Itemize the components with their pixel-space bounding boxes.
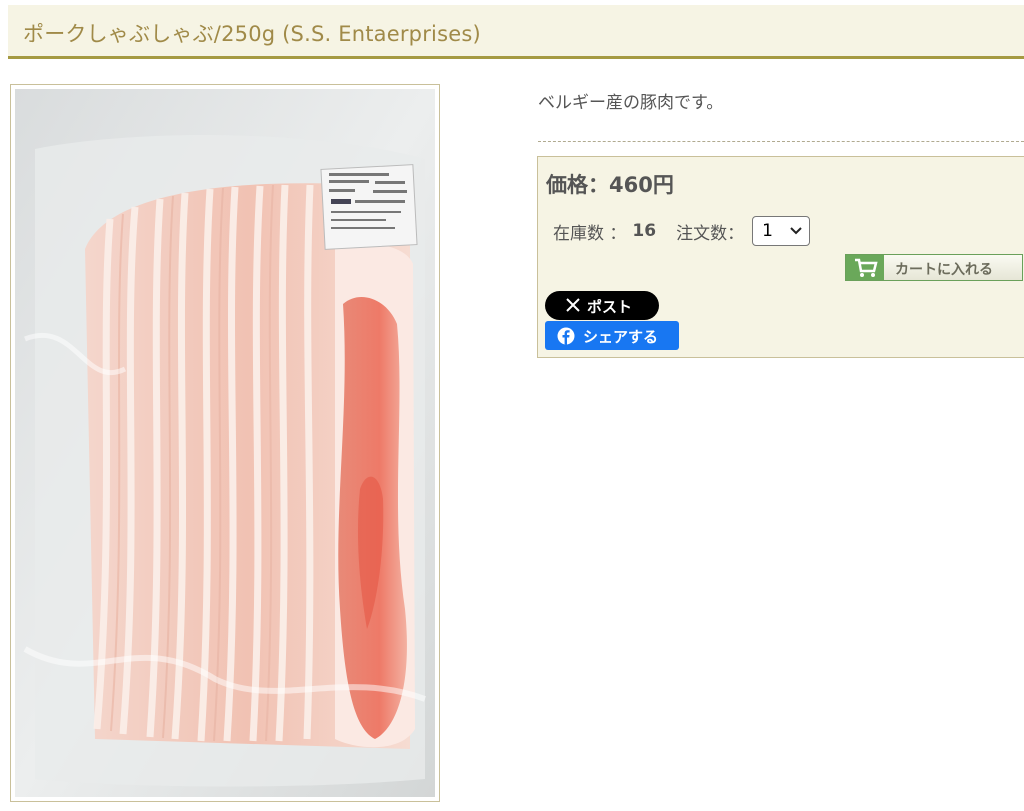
price-label: 価格：460円	[546, 173, 674, 197]
chevron-down-icon	[790, 227, 802, 235]
product-description: ベルギー産の豚肉です。	[538, 93, 724, 113]
divider	[538, 141, 1024, 142]
x-logo-icon	[566, 298, 580, 312]
add-to-cart-button[interactable]: カートに入れる	[845, 254, 1023, 281]
quantity-select[interactable]: 1	[752, 216, 811, 246]
cart-icon-box	[846, 255, 884, 280]
order-quantity-label: 注文数：	[676, 223, 745, 244]
facebook-share-button[interactable]: シェアする	[545, 321, 679, 350]
stock-order-row: 在庫数 ： 16 注文数： 1	[553, 216, 811, 246]
stock-value: 16	[632, 221, 657, 241]
x-post-button[interactable]: ポスト	[545, 291, 659, 320]
add-to-cart-label: カートに入れる	[895, 262, 993, 278]
quantity-selected-value: 1	[762, 221, 773, 241]
product-image-frame	[10, 84, 440, 802]
cart-icon	[855, 258, 878, 277]
product-image	[15, 89, 435, 797]
stock-label: 在庫数 ：	[553, 223, 627, 244]
facebook-share-label: シェアする	[583, 328, 659, 346]
facebook-logo-icon	[557, 327, 575, 345]
purchase-panel: 価格：460円 在庫数 ： 16 注文数： 1 カートに入れる ポスト シェアす…	[537, 156, 1024, 358]
product-title: ポークしゃぶしゃぶ/250g (S.S. Entaerprises)	[23, 22, 481, 46]
product-title-bar: ポークしゃぶしゃぶ/250g (S.S. Entaerprises)	[8, 5, 1024, 59]
x-post-label: ポスト	[587, 298, 633, 316]
